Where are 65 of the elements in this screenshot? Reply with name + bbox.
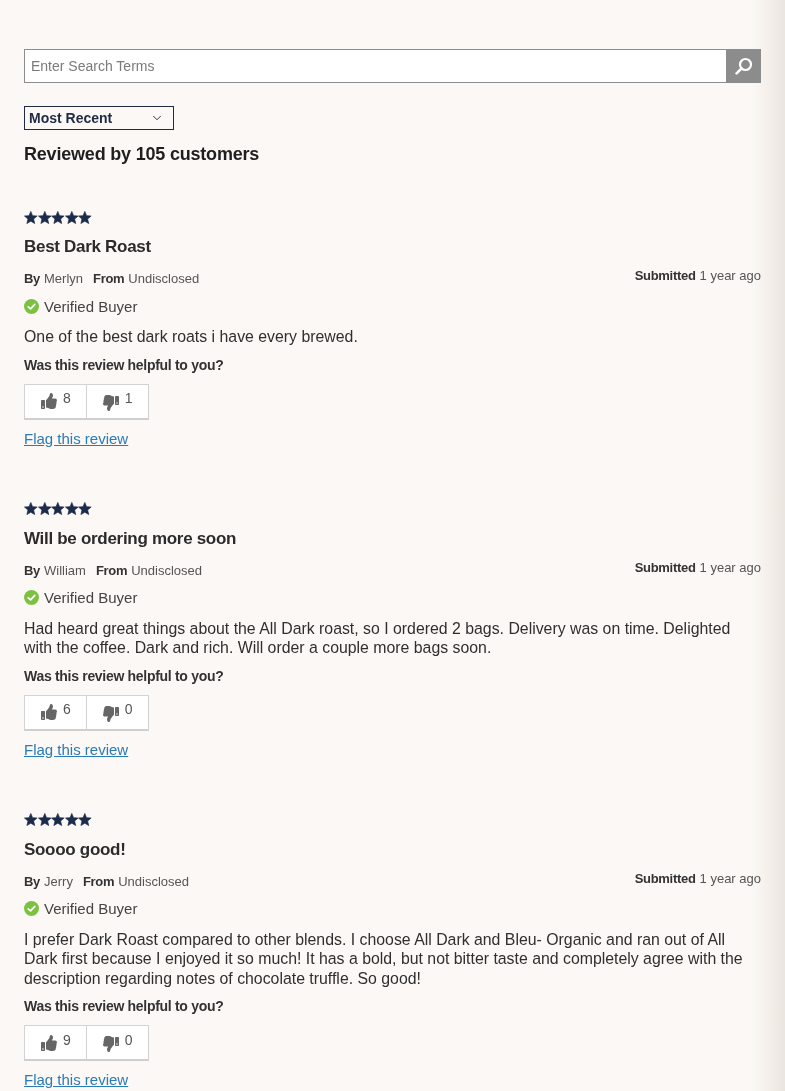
- star-icon: [51, 210, 65, 224]
- author-name: Merlyn: [44, 270, 84, 288]
- submitted-date: 1 year ago: [699, 869, 761, 888]
- helpful-yes-button[interactable]: 6: [24, 694, 87, 731]
- verified-buyer-label: Verified Buyer: [44, 297, 138, 315]
- submitted-label: Submitted: [634, 267, 696, 285]
- search-icon: [734, 57, 753, 75]
- star-icon: [78, 210, 92, 224]
- thumbs-up-icon: [41, 1034, 57, 1051]
- review-count-heading: Reviewed by 105 customers: [24, 144, 261, 164]
- search-field[interactable]: Enter Search Terms: [24, 49, 726, 83]
- thumbs-down-icon: [102, 705, 119, 722]
- author-label: By: [24, 561, 41, 580]
- helpful-question: Was this review helpful to you?: [24, 997, 225, 1015]
- author-name: Jerry: [44, 872, 73, 891]
- helpful-question: Was this review helpful to you?: [24, 666, 225, 685]
- review-text: I prefer Dark Roast compared to other blends. I choose All Dark and Bleu- Organic and ran out of All Dark first because I enjoyed it so much! It has a bold, but not bitter taste and completely agree with the description regarding notes of chocolate truffle. So good!: [24, 929, 744, 988]
- search-button[interactable]: [726, 49, 761, 83]
- location-label: From: [95, 561, 128, 580]
- star-icon: [51, 502, 65, 515]
- helpful-no-button[interactable]: 1: [86, 383, 149, 420]
- star-icon: [51, 813, 65, 826]
- star-icon: [37, 210, 52, 224]
- verified-buyer-label: Verified Buyer: [44, 900, 138, 917]
- star-icon: [37, 813, 52, 826]
- location-value: Undisclosed: [118, 872, 190, 891]
- review-title: Best Dark Roast: [24, 236, 152, 258]
- helpful-yes-button[interactable]: 9: [24, 1025, 87, 1061]
- thumbs-down-icon: [102, 1036, 119, 1052]
- flag-review-link[interactable]: Flag this review: [24, 1070, 129, 1090]
- author-label: By: [24, 872, 41, 891]
- helpful-no-button[interactable]: 0: [86, 694, 149, 731]
- submitted-label: Submitted: [634, 869, 696, 888]
- flag-review-link[interactable]: Flag this review: [24, 739, 129, 760]
- review-title: Soooo good!: [24, 838, 127, 861]
- star-icon: [24, 502, 38, 515]
- star-icon: [64, 502, 79, 515]
- thumbs-down-icon: [102, 394, 119, 411]
- star-icon: [78, 502, 92, 515]
- thumbs-up-icon: [41, 393, 57, 409]
- author-name: William: [44, 561, 86, 580]
- location-label: From: [93, 270, 125, 288]
- location-label: From: [82, 872, 115, 891]
- sort-dropdown[interactable]: Most Recent: [24, 106, 174, 130]
- helpful-question: Was this review helpful to you?: [24, 355, 225, 374]
- review-text: One of the best dark roats i have every brewed.: [24, 327, 359, 347]
- author-label: By: [24, 270, 41, 288]
- location-value: Undisclosed: [131, 561, 203, 580]
- review-text: Had heard great things about the All Dark roast, so I ordered 2 bags. Delivery was on time. Delighted with the coffee. Dark and rich. Will order a couple more bags soon.: [24, 618, 732, 658]
- verified-buyer-label: Verified Buyer: [44, 589, 138, 606]
- helpful-no-button[interactable]: 0: [86, 1025, 149, 1061]
- star-icon: [37, 502, 52, 515]
- star-icon: [78, 813, 92, 826]
- star-icon: [64, 210, 79, 224]
- flag-review-link[interactable]: Flag this review: [24, 428, 129, 449]
- review-title: Will be ordering more soon: [24, 527, 238, 550]
- submitted-label: Submitted: [634, 558, 696, 577]
- star-icon: [64, 813, 79, 826]
- submitted-date: 1 year ago: [699, 558, 761, 577]
- star-icon: [24, 210, 38, 224]
- thumbs-up-icon: [41, 704, 57, 720]
- submitted-date: 1 year ago: [699, 267, 761, 285]
- helpful-yes-button[interactable]: 8: [24, 383, 87, 420]
- star-icon: [24, 813, 38, 826]
- location-value: Undisclosed: [128, 270, 200, 288]
